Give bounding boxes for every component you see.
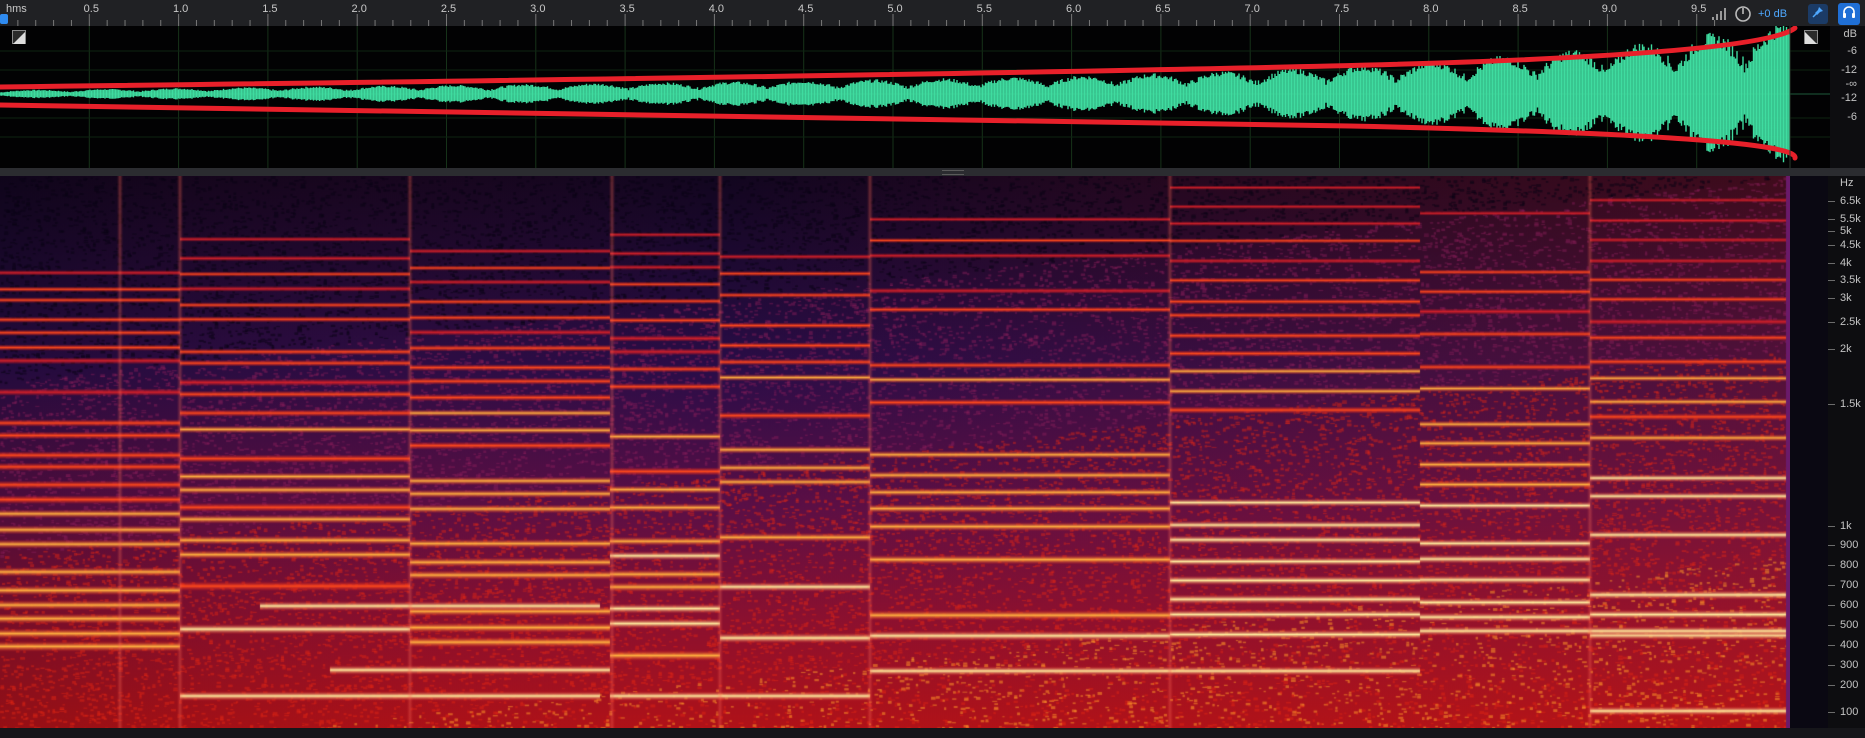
ruler-tick-label: 2.0 xyxy=(351,3,367,15)
amplitude-scale: dB -6 -12 -∞ -12 -6 xyxy=(1830,26,1865,168)
ruler-tick-label: 7.0 xyxy=(1244,3,1260,15)
frequency-scale-label: 4.5k xyxy=(1840,239,1861,251)
frequency-scale-tick xyxy=(1828,219,1835,220)
frequency-scale-tick xyxy=(1828,585,1835,586)
ruler-tick-label: 9.5 xyxy=(1691,3,1707,15)
pin-icon xyxy=(1812,5,1824,23)
ruler-tick-label: 0.5 xyxy=(83,3,99,15)
frequency-scale-tick xyxy=(1828,201,1835,202)
frequency-scale-label: 300 xyxy=(1840,659,1859,671)
frequency-scale-label: 900 xyxy=(1840,539,1859,551)
frequency-scale-label: 3.5k xyxy=(1840,274,1861,286)
frequency-scale: Hz 6.5k 5.5k 5k 4.5k 4k 3.5k 3k 2.5k 2k 1.5k 1k 900 8… xyxy=(1828,176,1865,728)
frequency-scale-tick xyxy=(1828,298,1835,299)
spectrogram-view[interactable] xyxy=(0,176,1790,728)
time-ruler[interactable]: hms 0.5 1.0 1.5 2.0 2.5 3.0 3.5 4.0 4.5 5.0 5.5 6.0… xyxy=(0,0,1865,27)
frequency-scale-tick xyxy=(1828,349,1835,350)
ruler-tick-label: 8.0 xyxy=(1423,3,1439,15)
frequency-scale-tick xyxy=(1828,280,1835,281)
ruler-tick-label: 6.0 xyxy=(1065,3,1082,15)
ruler-unit-label: hms xyxy=(6,3,27,15)
frequency-scale-tick xyxy=(1828,404,1835,405)
frequency-scale-label: 100 xyxy=(1840,706,1859,718)
frequency-scale-label: 2k xyxy=(1840,343,1852,355)
waveform-canvas[interactable] xyxy=(0,26,1830,168)
spectrogram-canvas[interactable] xyxy=(0,176,1790,728)
frequency-scale-tick xyxy=(1828,712,1835,713)
frequency-scale-tick xyxy=(1828,645,1835,646)
ruler-tick-label: 2.5 xyxy=(440,3,457,15)
meter-icon[interactable] xyxy=(1710,5,1728,23)
frequency-scale-label: 2.5k xyxy=(1840,316,1861,328)
expand-panel-icon[interactable] xyxy=(1804,30,1818,44)
ruler-tick-label: 3.0 xyxy=(530,3,546,15)
frequency-scale-label: 4k xyxy=(1840,257,1852,269)
amplitude-scale-label: -12 xyxy=(1841,92,1857,104)
ruler-tick-label: 9.0 xyxy=(1601,3,1618,15)
amplitude-scale-label: -∞ xyxy=(1845,78,1857,90)
zoom-toggle-icon[interactable] xyxy=(12,30,26,44)
panel-splitter[interactable] xyxy=(0,168,1865,176)
frequency-scale-label: Hz xyxy=(1840,177,1854,189)
knob-icon[interactable] xyxy=(1734,5,1752,23)
ruler-tick-label: 1.0 xyxy=(172,3,189,15)
playback-controls: +0 dB xyxy=(1710,4,1787,24)
frequency-scale-tick xyxy=(1828,263,1835,264)
frequency-scale-label: 3k xyxy=(1840,292,1852,304)
frequency-scale-label: 1k xyxy=(1840,520,1852,532)
headphones-icon xyxy=(1842,5,1856,24)
bottom-scrollbar[interactable] xyxy=(0,728,1865,738)
frequency-scale-tick xyxy=(1828,605,1835,606)
frequency-scale-label: 200 xyxy=(1840,679,1859,691)
frequency-scale-tick xyxy=(1828,665,1835,666)
gain-readout[interactable]: +0 dB xyxy=(1758,8,1787,20)
frequency-scale-tick xyxy=(1828,245,1835,246)
frequency-scale-label: 1.5k xyxy=(1840,398,1861,410)
ruler-tick-label: 3.5 xyxy=(619,3,635,15)
frequency-scale-tick xyxy=(1828,685,1835,686)
frequency-scale-tick xyxy=(1828,231,1835,232)
frequency-scale-tick xyxy=(1828,526,1835,527)
amplitude-scale-label: -12 xyxy=(1841,64,1857,76)
ruler-tick-label: 7.5 xyxy=(1333,3,1350,15)
ruler-tick-label: 5.0 xyxy=(887,3,903,15)
spectrogram-empty-area xyxy=(1790,176,1828,728)
frequency-scale-tick xyxy=(1828,545,1835,546)
ruler-tick-label: 6.5 xyxy=(1155,3,1171,15)
frequency-scale-label: 5k xyxy=(1840,225,1852,237)
waveform-view[interactable] xyxy=(0,26,1830,168)
ruler-tick-label: 8.5 xyxy=(1512,3,1528,15)
frequency-scale-label: 800 xyxy=(1840,559,1859,571)
ruler-tick-label: 1.5 xyxy=(262,3,278,15)
frequency-scale-label: 500 xyxy=(1840,619,1859,631)
amplitude-scale-label: -6 xyxy=(1847,111,1857,123)
ruler-tick-marks xyxy=(17,14,1716,26)
frequency-scale-label: 5.5k xyxy=(1840,213,1861,225)
frequency-scale-tick xyxy=(1828,565,1835,566)
frequency-scale-tick xyxy=(1828,322,1835,323)
pin-button[interactable] xyxy=(1808,4,1828,24)
amplitude-scale-label: dB xyxy=(1843,28,1857,40)
amplitude-scale-label: -6 xyxy=(1847,45,1857,57)
splitter-grip-icon[interactable] xyxy=(942,170,964,175)
playhead-marker[interactable] xyxy=(0,14,8,24)
frequency-scale-label: 400 xyxy=(1840,639,1859,651)
frequency-scale-label: 600 xyxy=(1840,599,1859,611)
headphones-button[interactable] xyxy=(1838,3,1860,25)
ruler-tick-label: 5.5 xyxy=(976,3,992,15)
frequency-scale-label: 700 xyxy=(1840,579,1859,591)
ruler-tick-label: 4.0 xyxy=(708,3,725,15)
ruler-tick-label: 4.5 xyxy=(798,3,814,15)
frequency-scale-label: 6.5k xyxy=(1840,195,1861,207)
frequency-scale-tick xyxy=(1828,625,1835,626)
